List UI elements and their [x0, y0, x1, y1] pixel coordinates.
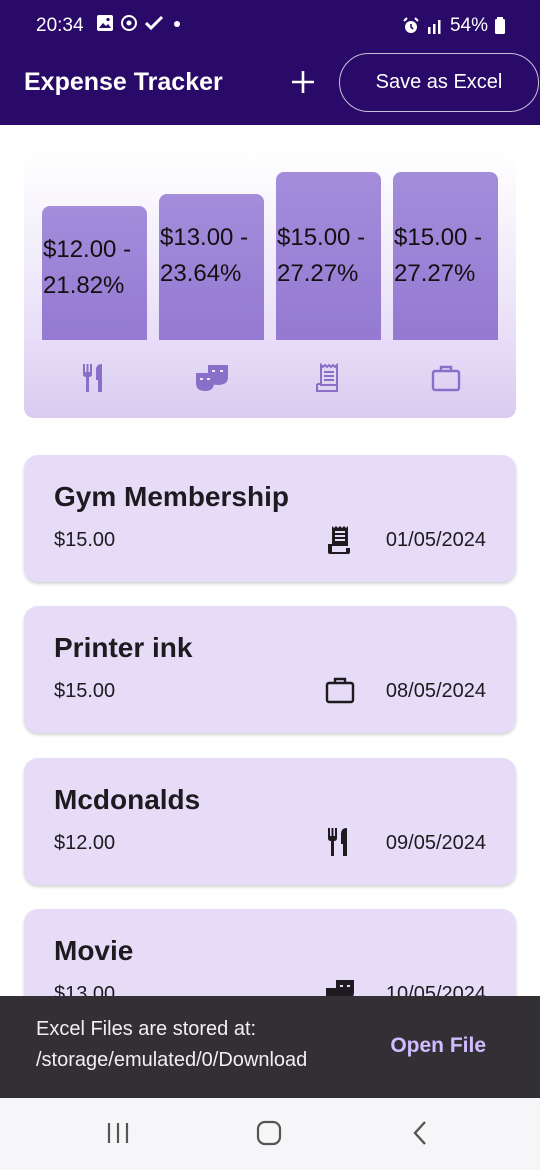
expense-chart: $12.00 - 21.82% $13.00 - 23.64% $15.00 - 27.2… [24, 150, 516, 418]
expense-title: Mcdonalds [54, 784, 201, 815]
recents-button[interactable] [98, 1116, 138, 1150]
alarm-icon [403, 17, 419, 33]
chart-data-label: $12.00 - 21.82% [43, 232, 131, 304]
chart-label-percent: 21.82% [43, 272, 125, 299]
briefcase-icon [325, 677, 355, 704]
fork-knife-icon [42, 358, 147, 398]
chart-label-amount: $15.00 - [277, 224, 366, 251]
briefcase-icon [393, 358, 498, 398]
theater-masks-icon [159, 358, 264, 398]
expense-card[interactable]: Gym Membership $15.00 01/05/2024 [24, 455, 516, 582]
chart-data-label: $13.00 - 23.64% [160, 220, 248, 292]
app-bar: 20:34 54% Expense Tracker Save as Excel [0, 0, 540, 125]
expense-amount: $15.00 [54, 529, 116, 551]
add-expense-button[interactable] [285, 62, 321, 102]
chart-bar-column: $15.00 - 27.27% [393, 172, 498, 340]
home-icon [256, 1120, 282, 1146]
chart-label-percent: 23.64% [160, 260, 242, 287]
snackbar: Excel Files are stored at: /storage/emul… [0, 996, 540, 1098]
chart-label-amount: $12.00 - [43, 236, 132, 263]
expense-date: 01/05/2024 [385, 529, 486, 551]
chart-data-label: $15.00 - 27.27% [277, 220, 365, 292]
sync-icon [121, 15, 137, 31]
dot-icon [174, 21, 180, 27]
system-nav-bar [0, 1098, 540, 1170]
image-icon [97, 15, 113, 31]
back-icon [413, 1121, 426, 1145]
open-file-button[interactable]: Open File [390, 1034, 486, 1058]
expense-amount: $12.00 [54, 832, 116, 854]
status-time: 20:34 [36, 15, 84, 36]
recents-icon [107, 1123, 129, 1143]
expense-title: Printer ink [54, 632, 193, 663]
fork-knife-icon [328, 828, 347, 856]
status-bar: 20:34 54% [0, 0, 540, 52]
save-as-excel-button[interactable]: Save as Excel [339, 53, 539, 112]
check-icon [144, 15, 164, 31]
expense-date: 08/05/2024 [385, 680, 486, 702]
expense-amount: $15.00 [54, 680, 116, 702]
chart-bar-column: $15.00 - 27.27% [276, 172, 381, 340]
battery-percent: 54% [449, 15, 488, 36]
chart-label-percent: 27.27% [394, 260, 476, 287]
expense-title: Movie [54, 935, 134, 966]
signal-icon [427, 20, 441, 34]
chart-data-label: $15.00 - 27.27% [394, 220, 482, 292]
expense-date: 09/05/2024 [385, 832, 486, 854]
home-button[interactable] [249, 1116, 289, 1150]
expense-title: Gym Membership [54, 481, 289, 512]
chart-bar-column: $13.00 - 23.64% [159, 194, 264, 340]
back-button[interactable] [400, 1116, 440, 1150]
plus-icon [292, 71, 314, 93]
snackbar-message: Excel Files are stored at: /storage/emul… [36, 1018, 308, 1071]
expense-card[interactable]: Mcdonalds $12.00 09/05/2024 [24, 758, 516, 885]
expense-card[interactable]: Printer ink $15.00 08/05/2024 [24, 606, 516, 733]
battery-icon [495, 17, 505, 34]
chart-bar-column: $12.00 - 21.82% [42, 206, 147, 340]
receipt-icon [276, 358, 381, 398]
chart-label-amount: $13.00 - [160, 224, 249, 251]
receipt-icon [328, 526, 350, 554]
chart-label-percent: 27.27% [277, 260, 359, 287]
page-title: Expense Tracker [24, 68, 223, 96]
chart-label-amount: $15.00 - [394, 224, 483, 251]
